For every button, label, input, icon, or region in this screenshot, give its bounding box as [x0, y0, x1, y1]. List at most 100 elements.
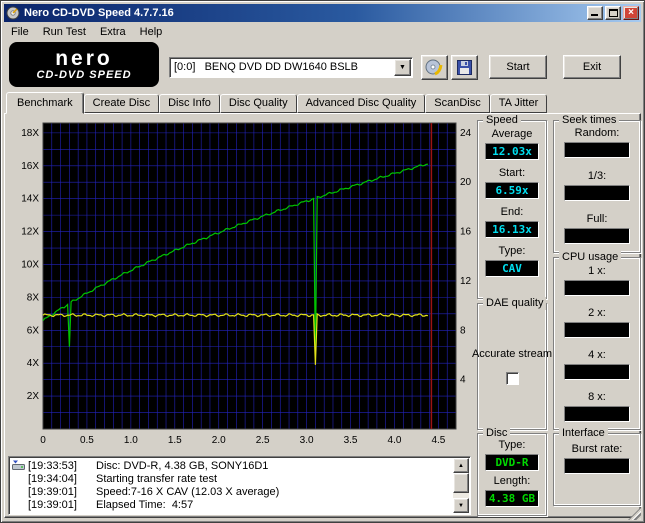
disc-panel-title: Disc: [483, 427, 511, 440]
menu-extra[interactable]: Extra: [93, 24, 133, 40]
maximize-button[interactable]: [605, 6, 621, 20]
tab-create-disc[interactable]: Create Disc: [83, 94, 160, 113]
dae-quality-panel: DAE quality Accurate stream: [472, 297, 552, 430]
speed-average-label: Average: [491, 128, 533, 140]
speed-panel-title: Speed: [483, 114, 521, 127]
svg-text:16X: 16X: [21, 161, 39, 172]
window-title: Nero CD-DVD Speed 4.7.7.16: [24, 7, 174, 19]
svg-text:4X: 4X: [27, 358, 40, 369]
log-timestamp: [19:39:01]: [28, 498, 77, 511]
menu-help[interactable]: Help: [133, 24, 170, 40]
seek-full-label: Full:: [586, 213, 608, 225]
exit-button[interactable]: Exit: [563, 55, 621, 79]
log-scrollbar[interactable]: ▲ ▼: [453, 458, 469, 513]
tab-advanced-disc-quality[interactable]: Advanced Disc Quality: [296, 94, 426, 113]
nero-logo-text: nero: [55, 46, 113, 70]
cpu-1x-field: 1 x:: [564, 265, 630, 296]
seek-random-field: Random:: [564, 127, 630, 158]
menu-bar: File Run Test Extra Help: [4, 23, 169, 41]
svg-text:8: 8: [460, 325, 466, 336]
log-row: [19:39:01] Speed:7-16 X CAV (12.03 X ave…: [12, 485, 453, 498]
seek-third-display: [564, 185, 630, 201]
scroll-down-button[interactable]: ▼: [453, 498, 469, 513]
svg-text:2X: 2X: [27, 391, 40, 402]
svg-text:12: 12: [460, 276, 472, 287]
speed-end-label: End:: [500, 206, 524, 218]
close-button[interactable]: ×: [623, 6, 639, 20]
scroll-up-button[interactable]: ▲: [453, 458, 469, 473]
speed-end-display: 16.13x: [485, 221, 539, 238]
svg-text:6X: 6X: [27, 325, 40, 336]
seek-times-panel-title: Seek times: [559, 114, 620, 127]
app-window: Nero CD-DVD Speed 4.7.7.16 × File Run Te…: [0, 0, 645, 523]
drive-settings-button[interactable]: [421, 55, 448, 80]
maximize-icon: [608, 9, 618, 17]
speed-end-field: End: 16.13x: [485, 206, 539, 238]
tab-ta-jitter[interactable]: TA Jitter: [489, 94, 548, 113]
log-timestamp: [19:33:53]: [28, 459, 77, 472]
svg-text:4: 4: [460, 375, 466, 386]
drive-select[interactable]: [0:0] BENQ DVD DD DW1640 BSLB ▼: [169, 57, 413, 78]
scrollbar-thumb[interactable]: [453, 473, 469, 493]
speed-average-field: Average 12.03x: [485, 128, 539, 160]
svg-text:20: 20: [460, 177, 472, 188]
svg-text:0.5: 0.5: [80, 435, 94, 446]
disc-length-field: Length: 4.38 GB: [485, 475, 539, 507]
tab-scandisc[interactable]: ScanDisc: [425, 94, 490, 113]
accurate-stream-checkbox[interactable]: [505, 372, 519, 385]
log-row: [19:39:01] Elapsed Time: 4:57: [12, 498, 453, 511]
title-bar[interactable]: Nero CD-DVD Speed 4.7.7.16 ×: [4, 4, 641, 22]
svg-text:2.5: 2.5: [256, 435, 270, 446]
log-rows: [19:33:53] Disc: DVD-R, 4.38 GB, SONY16D…: [10, 458, 453, 513]
seek-random-label: Random:: [574, 127, 620, 139]
dae-quality-panel-title: DAE quality: [483, 297, 547, 310]
start-button[interactable]: Start: [489, 55, 547, 79]
tab-benchmark[interactable]: Benchmark: [6, 92, 84, 114]
speed-start-label: Start:: [498, 167, 526, 179]
cpu-4x-label: 4 x:: [588, 349, 606, 361]
menu-run-test[interactable]: Run Test: [36, 24, 93, 40]
seek-full-field: Full:: [564, 213, 630, 244]
log-message: Starting transfer rate test: [96, 472, 218, 485]
seek-times-panel: Seek times Random: 1/3: Full:: [553, 114, 641, 253]
log-message: Disc: DVD-R, 4.38 GB, SONY16D1: [96, 459, 269, 472]
svg-text:4.0: 4.0: [388, 435, 402, 446]
log-timestamp: [19:34:04]: [28, 472, 77, 485]
arrow-up-icon: ▲: [458, 462, 464, 469]
seek-random-display: [564, 142, 630, 158]
minimize-icon: [591, 14, 598, 16]
disc-panel: Disc Type: DVD-R Length: 4.38 GB: [477, 427, 547, 516]
svg-text:18X: 18X: [21, 128, 39, 139]
benchmark-chart: 18X 16X 14X 12X 10X 8X 6X 4X 2X 24 20 16 12 8 4 0 0.5 1.0…: [9, 118, 475, 452]
svg-text:24: 24: [460, 128, 472, 139]
menu-file[interactable]: File: [4, 24, 36, 40]
accurate-stream-label: Accurate stream: [471, 348, 553, 360]
seek-third-field: 1/3:: [564, 170, 630, 201]
svg-text:1.5: 1.5: [168, 435, 182, 446]
minimize-button[interactable]: [587, 6, 603, 20]
cpu-usage-panel-title: CPU usage: [559, 251, 622, 264]
svg-text:10X: 10X: [21, 259, 39, 270]
burst-rate-display: [564, 458, 630, 474]
save-icon: [457, 60, 472, 75]
drive-settings-icon: [425, 59, 443, 76]
log-row: [19:33:53] Disc: DVD-R, 4.38 GB, SONY16D…: [12, 459, 453, 472]
save-button[interactable]: [451, 55, 478, 80]
cpu-1x-label: 1 x:: [588, 265, 606, 277]
cpu-1x-display: [564, 280, 630, 296]
tab-disc-quality[interactable]: Disc Quality: [219, 94, 297, 113]
cpu-2x-display: [564, 322, 630, 338]
seek-third-label: 1/3:: [587, 170, 607, 182]
cpu-4x-display: [564, 364, 630, 380]
burst-rate-field: Burst rate:: [564, 443, 630, 474]
cpu-usage-panel: CPU usage 1 x: 2 x: 4 x: 8 x:: [553, 251, 641, 430]
svg-text:16: 16: [460, 227, 472, 238]
cpu-2x-label: 2 x:: [588, 307, 606, 319]
cpu-8x-field: 8 x:: [564, 391, 630, 422]
tab-disc-info[interactable]: Disc Info: [159, 94, 220, 113]
svg-text:2.0: 2.0: [212, 435, 226, 446]
svg-text:14X: 14X: [21, 194, 39, 205]
drive-select-dropdown-button[interactable]: ▼: [394, 59, 411, 76]
close-icon: ×: [628, 7, 634, 18]
disc-length-label: Length:: [493, 475, 531, 487]
